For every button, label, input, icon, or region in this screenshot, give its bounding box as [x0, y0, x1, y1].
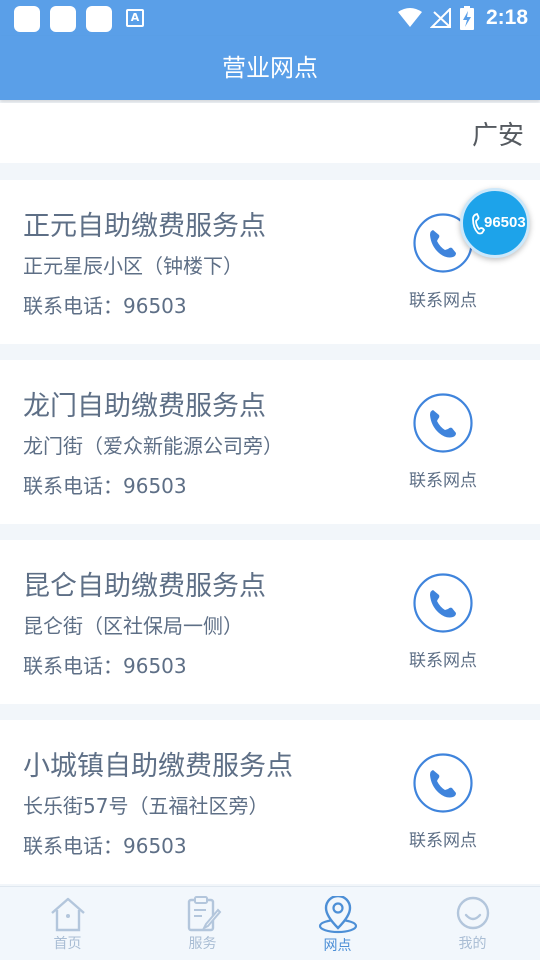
contact-label: 联系网点: [409, 831, 477, 851]
region-selector[interactable]: 广安: [472, 115, 524, 152]
nav-label: 我的: [458, 936, 487, 952]
phone-label: 联系电话：: [23, 654, 123, 678]
no-signal-icon: [429, 8, 451, 28]
wifi-icon: [397, 8, 422, 27]
phone-label: 联系电话：: [23, 294, 123, 318]
branch-address: 昆仑街（区社保局一侧）: [23, 614, 243, 638]
branch-phone: 联系电话：96503: [23, 650, 187, 679]
status-bar: A 2:18: [0, 0, 540, 36]
branch-name: 龙门自助缴费服务点: [23, 391, 266, 422]
nav-label: 服务: [188, 936, 217, 952]
hotline-number: 96503: [484, 214, 526, 231]
contact-label: 联系网点: [409, 471, 477, 491]
branch-card: 昆仑自助缴费服务点 昆仑街（区社保局一侧） 联系电话：96503 联系网点: [0, 540, 540, 704]
home-icon: [50, 897, 85, 932]
page-title: 营业网点: [0, 36, 540, 100]
branch-phone: 联系电话：96503: [23, 830, 187, 859]
battery-charging-icon: [459, 6, 474, 30]
phone-number: 96503: [123, 654, 187, 678]
smiley-user-icon: [456, 896, 489, 930]
nav-item-home[interactable]: 首页: [0, 887, 135, 960]
branch-address: 龙门街（爱众新能源公司旁）: [23, 434, 283, 458]
contact-label: 联系网点: [409, 651, 477, 671]
branch-name: 正元自助缴费服务点: [23, 211, 266, 242]
region-bar: 广安: [0, 103, 540, 163]
branch-name: 昆仑自助缴费服务点: [23, 571, 266, 602]
phone-label: 联系电话：: [23, 834, 123, 858]
nav-item-branches[interactable]: 网点: [270, 887, 405, 960]
phone-icon: [413, 393, 473, 453]
branch-address: 正元星辰小区（钟楼下）: [23, 254, 243, 278]
clipboard-edit-icon: [187, 896, 221, 932]
contact-branch-button[interactable]: 联系网点: [400, 752, 486, 852]
contact-branch-button[interactable]: 联系网点: [400, 392, 486, 492]
nav-label: 首页: [53, 936, 82, 952]
phone-number: 96503: [123, 294, 187, 318]
phone-number: 96503: [123, 834, 187, 858]
bottom-nav: 首页 服务 网点 我的: [0, 886, 540, 960]
branch-name: 小城镇自助缴费服务点: [23, 751, 293, 782]
hotline-button[interactable]: 96503: [460, 188, 530, 258]
phone-label: 联系电话：: [23, 474, 123, 498]
phone-number: 96503: [123, 474, 187, 498]
branch-card: 小城镇自助缴费服务点 长乐街57号（五福社区旁） 联系电话：96503 联系网点: [0, 720, 540, 884]
branch-phone: 联系电话：96503: [23, 470, 187, 499]
nav-item-mine[interactable]: 我的: [405, 887, 540, 960]
branch-address: 长乐街57号（五福社区旁）: [23, 794, 269, 818]
nav-label: 网点: [323, 938, 352, 954]
branch-card: 正元自助缴费服务点 正元星辰小区（钟楼下） 联系电话：96503 联系网点: [0, 180, 540, 344]
phone-icon: [413, 573, 473, 633]
contact-label: 联系网点: [409, 291, 477, 311]
notification-icon: [86, 6, 112, 32]
branch-phone: 联系电话：96503: [23, 290, 187, 319]
notification-icon: [14, 6, 40, 32]
phone-icon: [472, 213, 485, 235]
contact-branch-button[interactable]: 联系网点: [400, 572, 486, 672]
branch-card: 龙门自助缴费服务点 龙门街（爱众新能源公司旁） 联系电话：96503 联系网点: [0, 360, 540, 524]
notification-icon: [50, 6, 76, 32]
nav-item-service[interactable]: 服务: [135, 887, 270, 960]
status-time: 2:18: [485, 6, 528, 29]
location-pin-icon: [318, 896, 357, 934]
keyboard-a-icon: A: [126, 9, 144, 27]
phone-icon: [413, 753, 473, 813]
